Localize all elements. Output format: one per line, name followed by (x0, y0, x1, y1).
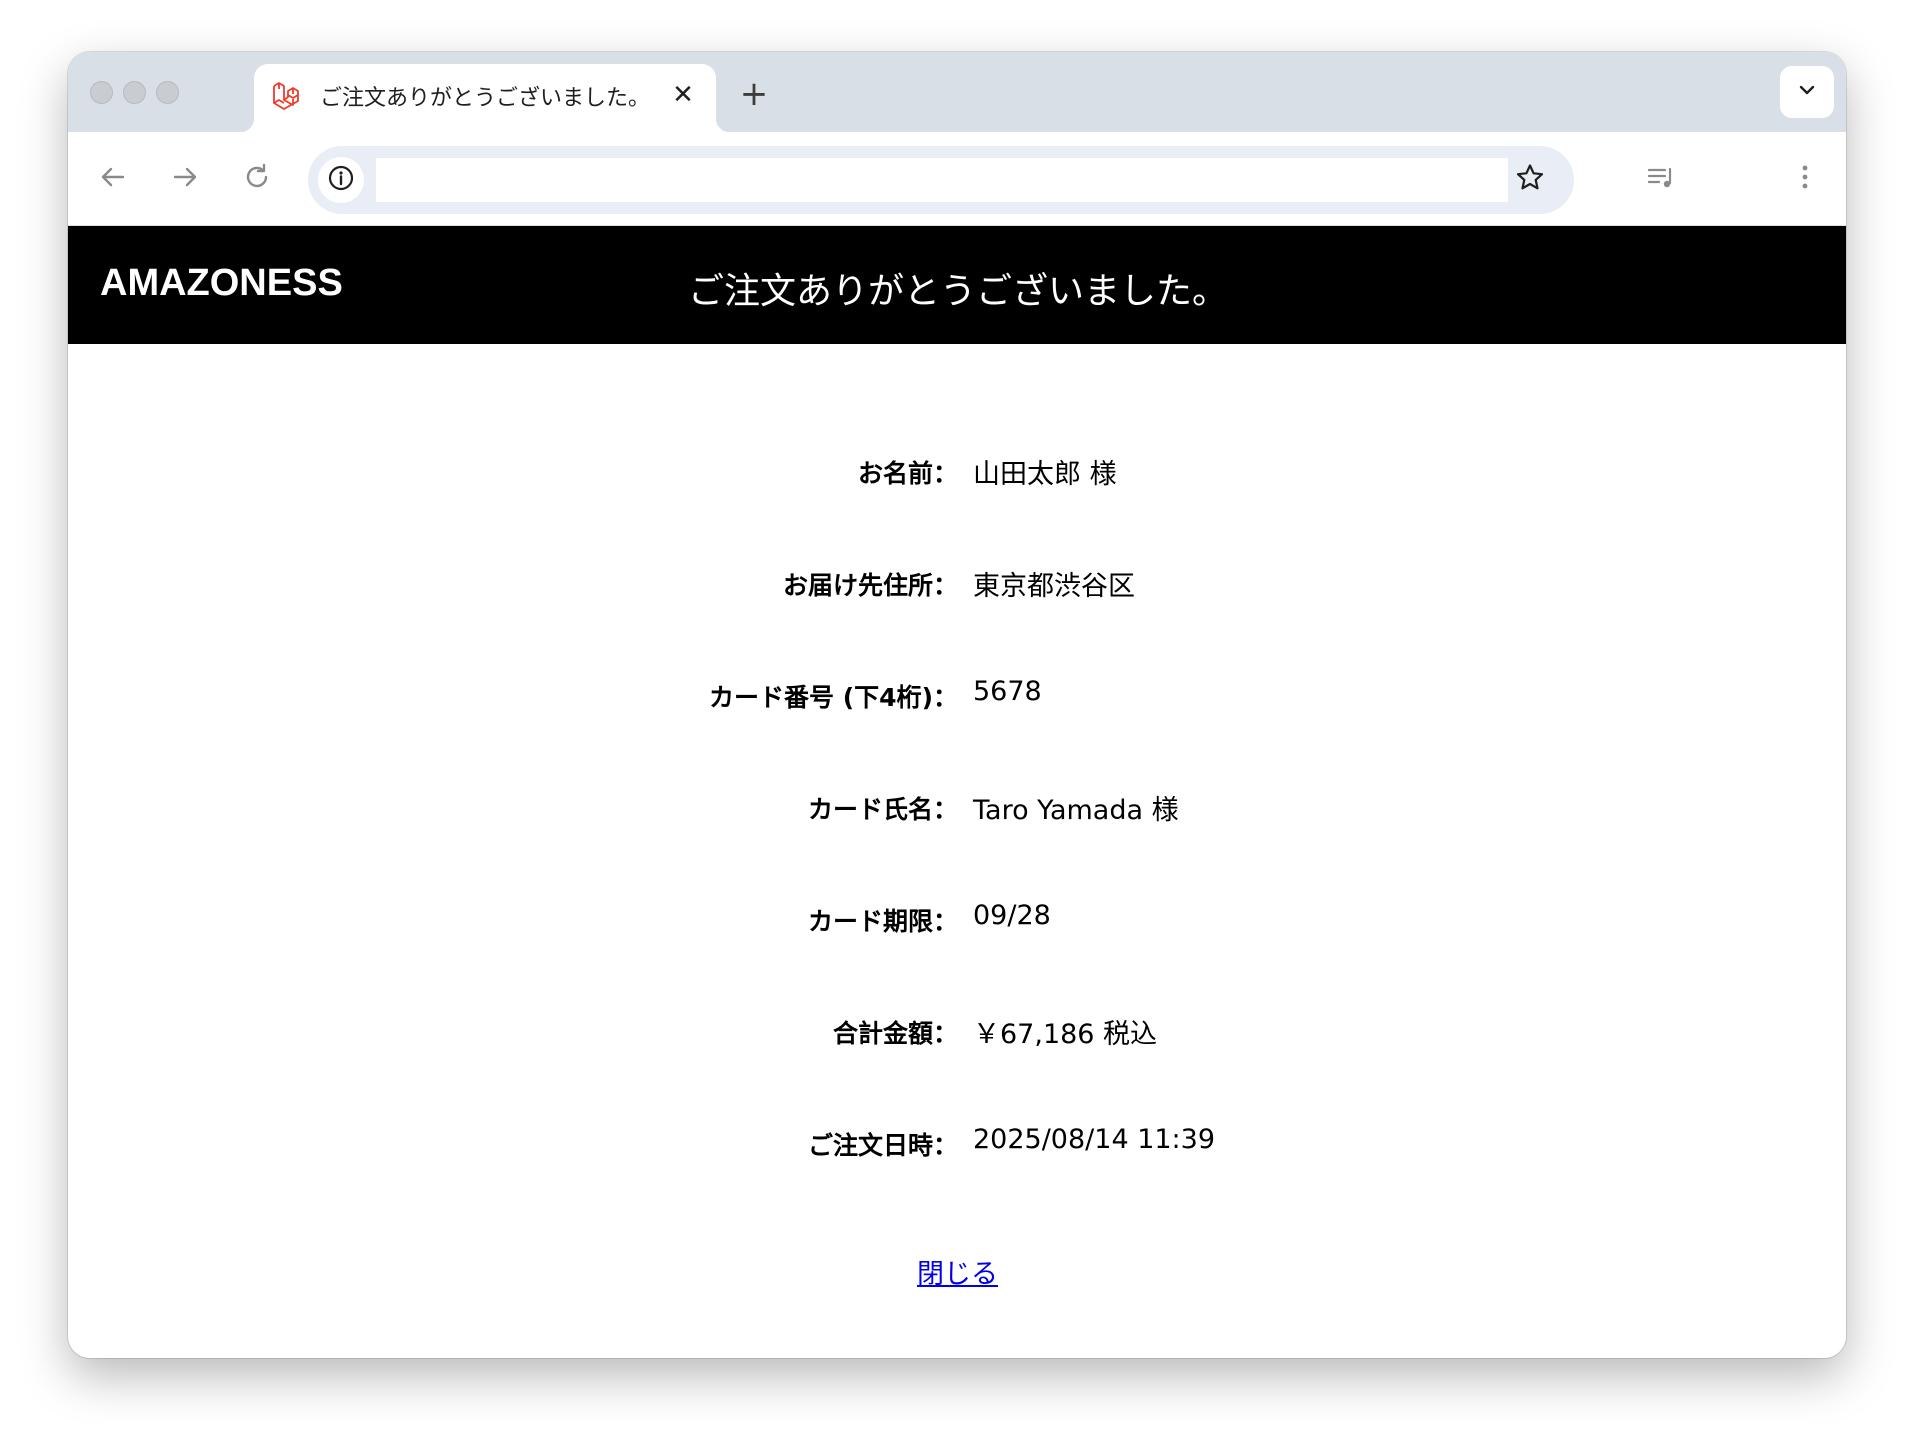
order-row-total: 合計金額： ￥67,186 税込 (68, 1010, 1846, 1050)
order-row-card-holder: カード氏名： Taro Yamada 様 (68, 786, 1846, 826)
info-icon (327, 164, 355, 196)
page-content: AMAZONESS ご注文ありがとうございました。 お名前： 山田太郎 様 お届… (68, 226, 1846, 1358)
row-label: カード氏名： (807, 795, 958, 824)
order-row-card-number: カード番号 (下4桁)： 5678 (68, 674, 1846, 714)
row-label: カード番号 (下4桁)： (709, 683, 958, 712)
new-tab-button[interactable]: + (734, 74, 774, 114)
window-close-button[interactable] (90, 81, 113, 104)
media-queue-icon (1645, 161, 1677, 197)
forward-button[interactable] (164, 158, 206, 200)
page-title: ご注文ありがとうございました。 (688, 271, 1229, 312)
laravel-icon (270, 78, 304, 112)
row-label: ご注文日時： (807, 1131, 958, 1160)
row-value: 2025/08/14 11:39 (973, 1124, 1216, 1155)
row-value: ￥67,186 税込 (973, 1019, 1158, 1050)
order-row-date: ご注文日時： 2025/08/14 11:39 (68, 1122, 1846, 1162)
row-label: お名前： (857, 459, 958, 488)
row-label: 合計金額： (832, 1019, 958, 1048)
order-row-address: お届け先住所： 東京都渋谷区 (68, 562, 1846, 602)
tab-close-icon[interactable]: ✕ (666, 78, 700, 112)
row-label: お届け先住所： (782, 571, 958, 600)
window-zoom-button[interactable] (156, 81, 179, 104)
order-row-name: お名前： 山田太郎 様 (68, 450, 1846, 490)
media-control-button[interactable] (1640, 158, 1682, 200)
window-minimize-button[interactable] (123, 81, 146, 104)
back-button[interactable] (92, 158, 134, 200)
reload-icon (242, 162, 272, 196)
row-value: 山田太郎 様 (973, 459, 1117, 490)
tab-search-button[interactable] (1780, 66, 1834, 118)
browser-window: ご注文ありがとうございました。 ✕ + AMAZONESS ご注文ありがとうござ… (68, 52, 1846, 1358)
chevron-down-icon (1796, 79, 1818, 105)
bookmark-button[interactable] (1510, 160, 1550, 200)
browser-menu-button[interactable] (1784, 158, 1826, 200)
row-label: カード期限： (807, 907, 958, 936)
address-bar-input[interactable] (376, 158, 1508, 202)
arrow-left-icon (98, 162, 128, 196)
tab-strip: ご注文ありがとうございました。 ✕ + (68, 52, 1846, 132)
omnibox (308, 146, 1574, 214)
site-info-button[interactable] (318, 157, 364, 203)
reload-button[interactable] (236, 158, 278, 200)
row-value: Taro Yamada 様 (973, 795, 1179, 826)
site-logo[interactable]: AMAZONESS (100, 262, 343, 305)
row-value: 東京都渋谷区 (973, 571, 1135, 602)
order-row-card-expiry: カード期限： 09/28 (68, 898, 1846, 938)
tab-title: ご注文ありがとうございました。 (320, 86, 651, 111)
row-value: 5678 (973, 676, 1042, 707)
more-vertical-icon (1790, 162, 1820, 196)
row-value: 09/28 (973, 900, 1051, 931)
tab-active[interactable]: ご注文ありがとうございました。 ✕ (240, 64, 730, 132)
star-icon (1514, 162, 1546, 198)
browser-toolbar (68, 132, 1846, 226)
close-link[interactable]: 閉じる (917, 1252, 998, 1291)
site-header: AMAZONESS ご注文ありがとうございました。 (68, 226, 1846, 344)
arrow-right-icon (170, 162, 200, 196)
